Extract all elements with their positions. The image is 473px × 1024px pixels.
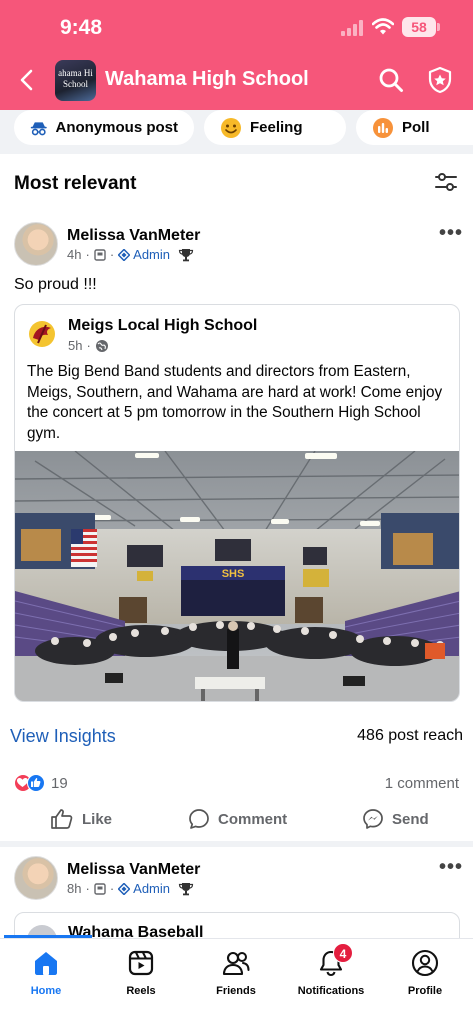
chip-label: Feeling [250,119,303,136]
post-meta: 8h · · Admin [67,881,194,896]
comment-button[interactable]: Comment [188,808,287,830]
globe-icon [95,339,108,352]
post-time[interactable]: 8h [67,881,81,896]
post-author[interactable]: Melissa VanMeter [67,861,200,879]
shared-post-body: The Big Bend Band students and directors… [27,363,443,442]
post-author[interactable]: Melissa VanMeter [67,227,200,245]
cellular-signal-icon [341,20,365,36]
thumb-text-2: School [62,79,88,89]
bell-icon: 4 [317,943,353,977]
thumbs-up-icon [51,809,73,829]
post-time[interactable]: 4h [67,247,81,262]
reels-icon [128,950,154,976]
tab-friends[interactable]: Friends [191,949,281,997]
poll-chip[interactable]: Poll [356,110,473,145]
back-arrow-icon[interactable] [14,66,40,94]
trophy-icon [178,248,194,261]
incognito-icon [30,121,47,135]
filter-sliders-icon[interactable] [434,171,458,193]
post-meta: 4h · · Admin [67,247,194,262]
reaction-count: 19 [51,774,68,792]
top-bar: 9:48 58 ahama Hi School Wahama High Scho… [0,0,473,110]
bottom-tab-bar: Home Reels Friends 4 Notifications Profi… [0,938,473,1024]
shared-meta: 5h · [68,338,109,353]
group-icon [94,248,106,261]
tab-notifications[interactable]: 4 Notifications [286,943,376,997]
like-button[interactable]: Like [50,808,112,830]
post-options-icon[interactable]: ••• [439,222,463,245]
comment-label: Comment [218,810,288,828]
admin-diamond-icon [118,882,131,895]
comment-bubble-icon [189,809,209,829]
shs-sign: SHS [222,568,245,580]
friends-icon [222,951,250,976]
trophy-icon [178,882,194,895]
thumb-text: ahama Hi [58,68,93,78]
group-cover-thumbnail[interactable]: ahama Hi School [55,60,96,101]
tab-reels[interactable]: Reels [96,949,186,997]
admin-badge: Admin [118,247,170,262]
profile-icon [411,949,439,977]
like-reaction-icon [27,774,45,792]
shared-source-name[interactable]: Meigs Local High School [68,317,257,335]
tab-profile[interactable]: Profile [380,949,470,997]
like-label: Like [82,810,113,828]
tab-label: Home [30,985,62,997]
post-divider [0,841,473,847]
tab-label: Profile [407,985,443,997]
post-text: So proud !!! [14,276,97,293]
notification-badge: 4 [333,943,353,963]
search-icon[interactable] [378,67,404,93]
admin-label: Admin [133,881,171,896]
feeling-chip[interactable]: Feeling [204,110,346,145]
tab-label: Reels [126,985,156,997]
admin-badge: Admin [118,881,170,896]
band-rehearsal-photo[interactable]: SHS [15,451,459,701]
shared-time: 5h [68,338,83,353]
post-actions: Like Comment Send [0,800,473,838]
group-title[interactable]: Wahama High School [105,68,309,91]
smile-emoji-icon [221,117,241,138]
view-insights-link[interactable]: View Insights [10,726,116,747]
chip-label: Poll [402,119,430,136]
anonymous-post-chip[interactable]: Anonymous post [14,110,194,145]
avatar[interactable] [14,222,58,266]
tab-label: Notifications [297,985,365,997]
send-button[interactable]: Send [362,808,429,830]
post-reach: 486 post reach [357,727,463,744]
poll-icon [373,117,393,138]
tab-home[interactable]: Home [1,949,91,997]
admin-label: Admin [133,247,171,262]
meigs-logo-icon [29,321,55,347]
home-icon [35,952,57,975]
tab-label: Friends [216,985,256,997]
feed-sort-label[interactable]: Most relevant [14,173,136,195]
shared-post-card[interactable]: Meigs Local High School 5h · The Big Ben… [14,304,460,702]
avatar[interactable] [14,856,58,900]
composer-chips: Anonymous post Feeling Poll [0,110,473,154]
battery-indicator: 58 [402,17,440,37]
group-icon [94,882,106,895]
messenger-icon [363,809,383,829]
group-header: ahama Hi School Wahama High School [0,56,473,106]
reactions-summary[interactable]: 19 [14,774,68,792]
post-options-icon[interactable]: ••• [439,856,463,879]
wifi-icon [372,18,394,35]
shield-star-icon[interactable] [427,66,453,94]
status-bar: 9:48 58 [0,0,473,54]
status-time: 9:48 [60,16,103,39]
admin-diamond-icon [118,248,131,261]
send-label: Send [392,810,429,828]
comment-count[interactable]: 1 comment [385,775,459,792]
chip-label: Anonymous post [55,119,179,136]
